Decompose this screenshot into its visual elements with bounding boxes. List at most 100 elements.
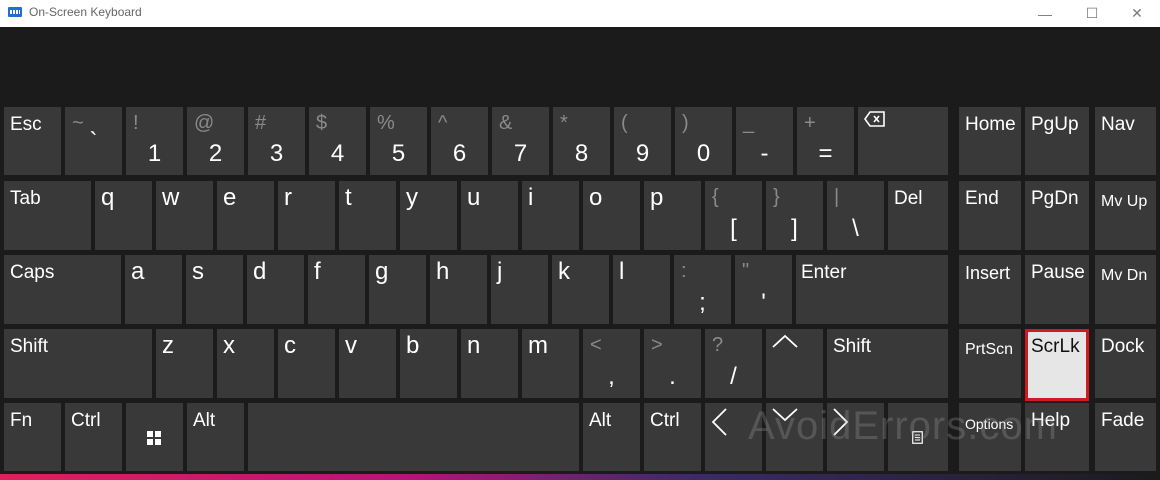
key-shift-char: _ — [743, 112, 755, 134]
key-label: End — [965, 188, 999, 209]
key-t[interactable]: t — [339, 181, 396, 250]
key-dock[interactable]: Dock — [1095, 329, 1156, 398]
key-menu[interactable] — [888, 403, 948, 471]
key-prtscn[interactable]: PrtScn — [959, 329, 1021, 398]
key-x[interactable]: x — [217, 329, 274, 398]
key-alt-right[interactable]: Alt — [583, 403, 640, 471]
key-0[interactable]: ) 0 — [675, 107, 732, 175]
key-period[interactable]: > . — [644, 329, 701, 398]
key-b[interactable]: b — [400, 329, 457, 398]
key-semicolon[interactable]: : ; — [674, 255, 731, 324]
key-equals[interactable]: + = — [797, 107, 854, 175]
key-backslash[interactable]: | \ — [827, 181, 884, 250]
key-windows[interactable] — [126, 403, 183, 471]
key-end[interactable]: End — [959, 181, 1021, 250]
key-2[interactable]: @ 2 — [187, 107, 244, 175]
key-n[interactable]: n — [461, 329, 518, 398]
key-fade[interactable]: Fade — [1095, 403, 1156, 471]
key-esc[interactable]: Esc — [4, 107, 61, 175]
key-s[interactable]: s — [186, 255, 243, 324]
key-shift-left[interactable]: Shift — [4, 329, 152, 398]
key-label: z — [162, 332, 174, 359]
key-shift-char: } — [773, 186, 780, 208]
key-label: x — [223, 332, 235, 359]
key-arrow-down[interactable] — [766, 403, 823, 471]
key-tab[interactable]: Tab — [4, 181, 91, 250]
key-ctrl-right[interactable]: Ctrl — [644, 403, 701, 471]
key-d[interactable]: d — [247, 255, 304, 324]
key-m[interactable]: m — [522, 329, 579, 398]
key-5[interactable]: % 5 — [370, 107, 427, 175]
key-f[interactable]: f — [308, 255, 365, 324]
key-del[interactable]: Del — [888, 181, 948, 250]
key-ctrl-left[interactable]: Ctrl — [65, 403, 122, 471]
key-mv-dn[interactable]: Mv Dn — [1095, 255, 1156, 324]
key-options[interactable]: Options — [959, 403, 1021, 471]
key-8[interactable]: * 8 — [553, 107, 610, 175]
key-e[interactable]: e — [217, 181, 274, 250]
key-label: u — [467, 184, 481, 211]
key-enter[interactable]: Enter — [796, 255, 948, 324]
key-minus[interactable]: _ - — [736, 107, 793, 175]
key-1[interactable]: ! 1 — [126, 107, 183, 175]
key-right-bracket[interactable]: } ] — [766, 181, 823, 250]
key-6[interactable]: ^ 6 — [431, 107, 488, 175]
key-label: p — [650, 184, 664, 211]
key-main-char: - — [760, 140, 769, 167]
key-a[interactable]: a — [125, 255, 182, 324]
key-pause[interactable]: Pause — [1025, 255, 1089, 324]
key-backspace[interactable] — [858, 107, 948, 175]
key-pgup[interactable]: PgUp — [1025, 107, 1089, 175]
key-space[interactable] — [248, 403, 579, 471]
key-3[interactable]: # 3 — [248, 107, 305, 175]
maximize-button[interactable]: ☐ — [1069, 0, 1115, 27]
key-r[interactable]: r — [278, 181, 335, 250]
key-scrlk[interactable]: ScrLk — [1025, 329, 1089, 401]
key-label: Alt — [193, 410, 216, 431]
key-arrow-right[interactable] — [827, 403, 884, 471]
key-7[interactable]: & 7 — [492, 107, 549, 175]
key-main-char: . — [669, 363, 676, 390]
key-w[interactable]: w — [156, 181, 213, 250]
key-label: l — [619, 258, 625, 285]
minimize-button[interactable]: — — [1022, 0, 1068, 27]
key-quote[interactable]: " ' — [735, 255, 792, 324]
key-left-bracket[interactable]: { [ — [705, 181, 762, 250]
key-c[interactable]: c — [278, 329, 335, 398]
key-arrow-left[interactable] — [705, 403, 762, 471]
key-k[interactable]: k — [552, 255, 609, 324]
key-mv-up[interactable]: Mv Up — [1095, 181, 1156, 250]
key-insert[interactable]: Insert — [959, 255, 1021, 324]
key-arrow-up[interactable] — [766, 329, 823, 398]
key-main-char: 8 — [574, 140, 589, 167]
key-nav[interactable]: Nav — [1095, 107, 1156, 175]
key-home[interactable]: Home — [959, 107, 1021, 175]
key-o[interactable]: o — [583, 181, 640, 250]
key-fn[interactable]: Fn — [4, 403, 61, 471]
key-help[interactable]: Help — [1025, 403, 1089, 471]
key-slash[interactable]: ? / — [705, 329, 762, 398]
key-comma[interactable]: < , — [583, 329, 640, 398]
close-button[interactable]: ✕ — [1114, 0, 1160, 27]
key-q[interactable]: q — [95, 181, 152, 250]
key-v[interactable]: v — [339, 329, 396, 398]
key-p[interactable]: p — [644, 181, 701, 250]
key-9[interactable]: ( 9 — [614, 107, 671, 175]
key-backtick[interactable]: ~ ` — [65, 107, 122, 175]
key-u[interactable]: u — [461, 181, 518, 250]
key-g[interactable]: g — [369, 255, 426, 324]
key-label: Help — [1031, 410, 1071, 431]
key-i[interactable]: i — [522, 181, 579, 250]
key-z[interactable]: z — [156, 329, 213, 398]
key-l[interactable]: l — [613, 255, 670, 324]
key-caps[interactable]: Caps — [4, 255, 121, 324]
key-4[interactable]: $ 4 — [309, 107, 366, 175]
windows-icon — [147, 431, 161, 445]
key-j[interactable]: j — [491, 255, 548, 324]
key-y[interactable]: y — [400, 181, 457, 250]
key-shift-right[interactable]: Shift — [827, 329, 948, 398]
key-alt-left[interactable]: Alt — [187, 403, 244, 471]
key-pgdn[interactable]: PgDn — [1025, 181, 1089, 250]
key-label: s — [192, 258, 204, 285]
key-h[interactable]: h — [430, 255, 487, 324]
